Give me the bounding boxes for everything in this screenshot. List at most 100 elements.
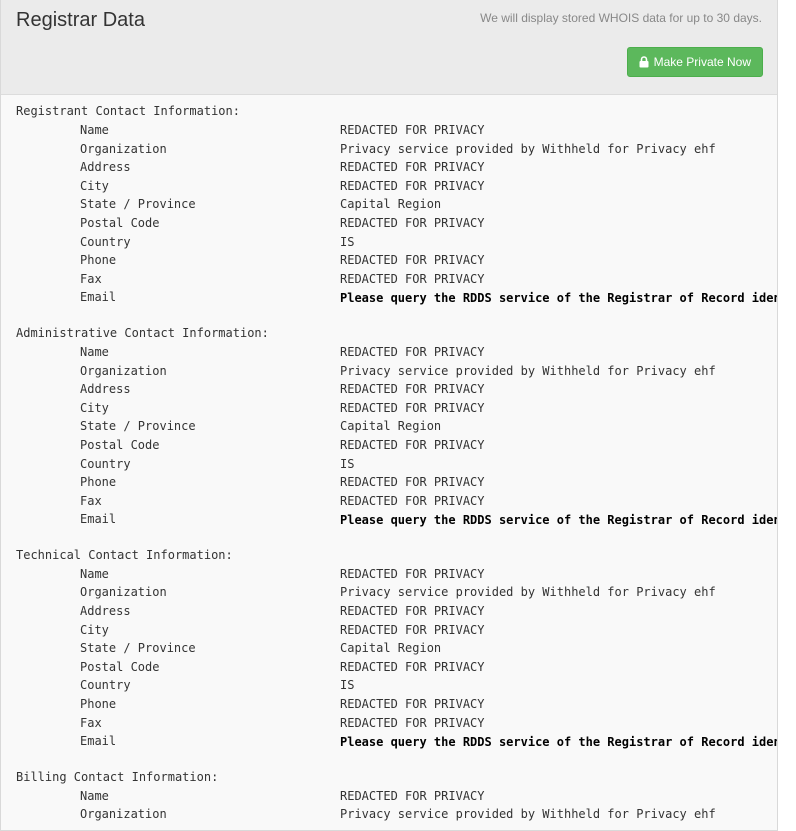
- field-row: Organization Privacy service provided by …: [16, 805, 777, 824]
- field-label: Phone: [80, 697, 117, 712]
- field-label: Phone: [80, 253, 117, 268]
- page-title: Registrar Data: [16, 9, 145, 31]
- field-label: Address: [80, 604, 131, 619]
- field-value: REDACTED FOR PRIVACY: [340, 123, 485, 137]
- contact-section: Registrant Contact Information: Name REDAC…: [16, 102, 777, 307]
- field-row: Phone REDACTED FOR PRIVACY: [16, 473, 777, 492]
- field-label: Postal Code: [80, 215, 160, 230]
- field-row: City REDACTED FOR PRIVACY: [16, 177, 777, 196]
- field-row: Name REDACTED FOR PRIVACY: [16, 343, 777, 362]
- field-row: State / Province Capital Region: [16, 195, 777, 214]
- field-row: City REDACTED FOR PRIVACY: [16, 621, 777, 640]
- field-label: Email: [80, 290, 117, 305]
- field-label: Fax: [80, 271, 102, 286]
- field-label: Address: [80, 160, 131, 175]
- field-row: Fax REDACTED FOR PRIVACY: [16, 714, 777, 733]
- field-value: REDACTED FOR PRIVACY: [340, 788, 485, 803]
- field-value: REDACTED FOR PRIVACY: [340, 715, 485, 730]
- field-value: REDACTED FOR PRIVACY: [340, 437, 485, 452]
- field-label: Organization: [80, 807, 167, 822]
- field-row: Postal Code REDACTED FOR PRIVACY: [16, 436, 777, 455]
- field-row: Organization Privacy service provided by …: [16, 362, 777, 381]
- field-row: Fax REDACTED FOR PRIVACY: [16, 492, 777, 511]
- field-label: Postal Code: [80, 659, 160, 674]
- field-row: Email Please query the RDDS service of th…: [16, 288, 777, 307]
- page-gutter: [778, 0, 796, 831]
- field-value: Privacy service provided by Withheld for…: [340, 585, 716, 600]
- contact-section: Technical Contact Information: Name REDACT…: [16, 546, 777, 751]
- field-value: REDACTED FOR PRIVACY: [340, 475, 485, 490]
- field-row: City REDACTED FOR PRIVACY: [16, 399, 777, 418]
- field-value: IS: [340, 234, 355, 249]
- field-label: Address: [80, 382, 131, 397]
- field-row: Postal Code REDACTED FOR PRIVACY: [16, 214, 777, 233]
- field-label: State / Province: [80, 641, 196, 656]
- field-value: Please query the RDDS service of the Reg…: [340, 291, 778, 306]
- field-row: Email Please query the RDDS service of th…: [16, 732, 777, 751]
- field-row: Name REDACTED FOR PRIVACY: [16, 121, 777, 140]
- field-row: Country IS: [16, 233, 777, 252]
- make-private-label: Make Private Now: [653, 55, 751, 69]
- field-value: IS: [340, 678, 355, 693]
- field-label: Email: [80, 512, 117, 527]
- whois-body: Registrant Contact Information: Name REDAC…: [1, 95, 777, 824]
- field-label: Organization: [80, 585, 167, 600]
- field-label: Name: [80, 566, 109, 581]
- field-value: REDACTED FOR PRIVACY: [340, 659, 485, 674]
- field-row: Address REDACTED FOR PRIVACY: [16, 602, 777, 621]
- field-label: City: [80, 622, 109, 637]
- field-label: Fax: [80, 715, 102, 730]
- retention-note: We will display stored WHOIS data for up…: [480, 11, 762, 25]
- field-value: Please query the RDDS service of the Reg…: [340, 735, 778, 750]
- make-private-button[interactable]: Make Private Now: [626, 47, 763, 77]
- field-value: IS: [340, 456, 355, 471]
- field-row: State / Province Capital Region: [16, 639, 777, 658]
- field-value: REDACTED FOR PRIVACY: [340, 344, 485, 359]
- field-label: State / Province: [80, 419, 196, 434]
- field-label: Name: [80, 123, 109, 137]
- field-row: Organization Privacy service provided by …: [16, 583, 777, 602]
- field-label: Email: [80, 734, 117, 749]
- field-row: Country IS: [16, 676, 777, 695]
- section-title: Billing Contact Information:: [16, 769, 219, 784]
- field-label: Organization: [80, 141, 167, 156]
- field-value: Capital Region: [340, 419, 442, 434]
- field-value: REDACTED FOR PRIVACY: [340, 400, 485, 415]
- section-title: Registrant Contact Information:: [16, 104, 240, 118]
- field-value: Privacy service provided by Withheld for…: [340, 363, 716, 378]
- contact-section: Billing Contact Information: Name REDACTED…: [16, 768, 777, 824]
- field-label: Name: [80, 788, 109, 803]
- field-row: Phone REDACTED FOR PRIVACY: [16, 251, 777, 270]
- field-label: State / Province: [80, 197, 196, 212]
- field-value: REDACTED FOR PRIVACY: [340, 697, 485, 712]
- field-label: Country: [80, 234, 131, 249]
- section-title: Technical Contact Information:: [16, 547, 233, 562]
- field-row: Phone REDACTED FOR PRIVACY: [16, 695, 777, 714]
- panel-header: Registrar Data We will display stored WH…: [1, 0, 777, 95]
- lock-icon: [639, 56, 649, 68]
- field-label: City: [80, 178, 109, 193]
- field-value: Capital Region: [340, 197, 442, 212]
- field-value: REDACTED FOR PRIVACY: [340, 160, 485, 175]
- registrar-data-panel: Registrar Data We will display stored WH…: [0, 0, 778, 831]
- field-value: REDACTED FOR PRIVACY: [340, 271, 485, 286]
- field-row: Name REDACTED FOR PRIVACY: [16, 787, 777, 806]
- field-row: Country IS: [16, 455, 777, 474]
- field-value: REDACTED FOR PRIVACY: [340, 253, 485, 268]
- field-row: Email Please query the RDDS service of th…: [16, 510, 777, 529]
- contact-section: Administrative Contact Information: Name R…: [16, 324, 777, 529]
- field-label: Country: [80, 456, 131, 471]
- field-value: REDACTED FOR PRIVACY: [340, 215, 485, 230]
- field-value: REDACTED FOR PRIVACY: [340, 493, 485, 508]
- field-label: Fax: [80, 493, 102, 508]
- field-value: Capital Region: [340, 641, 442, 656]
- field-label: Name: [80, 344, 109, 359]
- field-label: Phone: [80, 475, 117, 490]
- field-row: Fax REDACTED FOR PRIVACY: [16, 270, 777, 289]
- field-row: Address REDACTED FOR PRIVACY: [16, 380, 777, 399]
- field-label: Country: [80, 678, 131, 693]
- field-value: REDACTED FOR PRIVACY: [340, 382, 485, 397]
- field-value: REDACTED FOR PRIVACY: [340, 604, 485, 619]
- field-value: REDACTED FOR PRIVACY: [340, 622, 485, 637]
- section-title: Administrative Contact Information:: [16, 325, 269, 340]
